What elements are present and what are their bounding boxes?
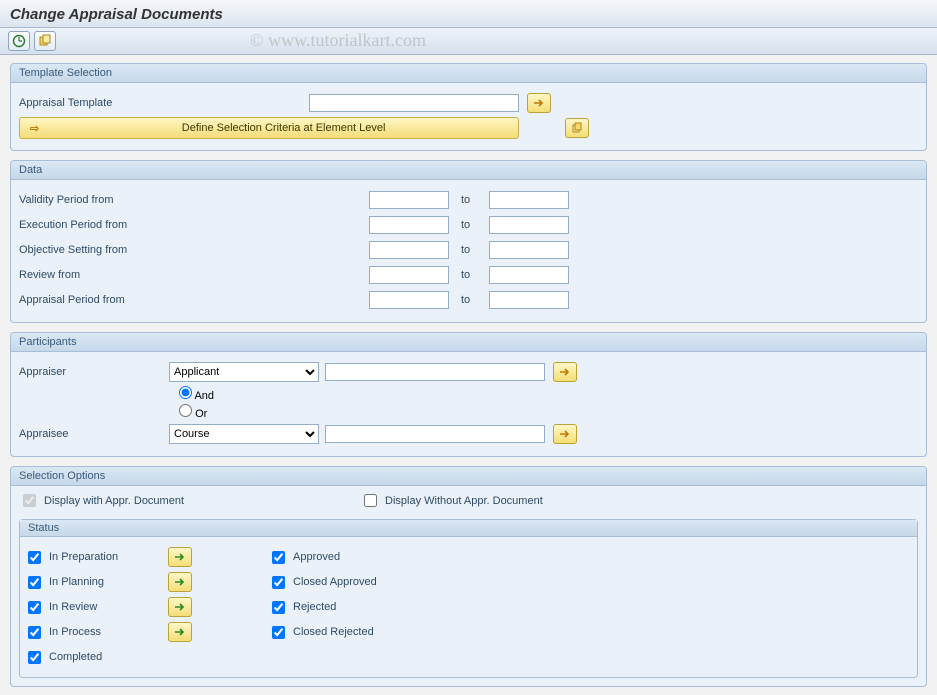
status-row: In Review	[28, 596, 192, 618]
status-row: Completed	[28, 646, 192, 668]
status-checkbox[interactable]: Rejected	[272, 601, 412, 614]
period-from-input[interactable]	[369, 291, 449, 309]
appraisee-label: Appraisee	[19, 428, 169, 440]
group-template-selection: Template Selection Appraisal Template ⇨ …	[10, 63, 927, 151]
subgroup-title-status: Status	[20, 520, 917, 537]
toolbar	[0, 28, 937, 55]
group-selection-options: Selection Options Display with Appr. Doc…	[10, 466, 927, 687]
data-row: Appraisal Period from to	[19, 289, 918, 311]
subgroup-status: Status In Preparation In Planning In Rev…	[19, 519, 918, 678]
data-row-label: Execution Period from	[19, 219, 169, 231]
status-checkbox[interactable]: In Preparation	[28, 551, 138, 564]
status-checkbox[interactable]: In Planning	[28, 576, 138, 589]
period-from-input[interactable]	[369, 191, 449, 209]
multi-select-button-appraiser[interactable]	[553, 362, 577, 382]
period-to-input[interactable]	[489, 216, 569, 234]
status-checkbox[interactable]: Completed	[28, 651, 138, 664]
status-checkbox[interactable]: In Process	[28, 626, 138, 639]
status-multi-select-button[interactable]	[168, 547, 192, 567]
variant-button[interactable]	[34, 31, 56, 51]
status-row: In Planning	[28, 571, 192, 593]
period-to-input[interactable]	[489, 241, 569, 259]
define-criteria-button[interactable]: ⇨ Define Selection Criteria at Element L…	[19, 117, 519, 139]
execute-button[interactable]	[8, 31, 30, 51]
to-label: to	[449, 294, 489, 306]
appraiser-type-select[interactable]: Applicant	[169, 362, 319, 382]
logic-and-radio[interactable]: And	[179, 390, 214, 402]
group-participants: Participants Appraiser Applicant And Or	[10, 332, 927, 457]
group-title-participants: Participants	[11, 333, 926, 352]
appraiser-label: Appraiser	[19, 366, 169, 378]
status-multi-select-button[interactable]	[168, 597, 192, 617]
data-row: Validity Period from to	[19, 189, 918, 211]
data-row: Objective Setting from to	[19, 239, 918, 261]
appraisee-value-input[interactable]	[325, 425, 545, 443]
copy-selection-button[interactable]	[565, 118, 589, 138]
data-row-label: Validity Period from	[19, 194, 169, 206]
status-row: Approved	[272, 546, 412, 568]
status-checkbox[interactable]: Approved	[272, 551, 412, 564]
group-title-template: Template Selection	[11, 64, 926, 83]
status-multi-select-button[interactable]	[168, 572, 192, 592]
appraiser-value-input[interactable]	[325, 363, 545, 381]
data-row-label: Review from	[19, 269, 169, 281]
display-with-checkbox: Display with Appr. Document	[23, 494, 184, 507]
arrow-right-icon: ⇨	[30, 122, 39, 135]
appraisee-type-select[interactable]: Course	[169, 424, 319, 444]
to-label: to	[449, 244, 489, 256]
to-label: to	[449, 194, 489, 206]
period-from-input[interactable]	[369, 266, 449, 284]
status-checkbox[interactable]: Closed Rejected	[272, 626, 412, 639]
to-label: to	[449, 219, 489, 231]
group-data: Data Validity Period fromtoExecution Per…	[10, 160, 927, 323]
data-row-label: Objective Setting from	[19, 244, 169, 256]
status-checkbox[interactable]: In Review	[28, 601, 138, 614]
multi-select-button-appraisee[interactable]	[553, 424, 577, 444]
status-row: In Preparation	[28, 546, 192, 568]
group-title-data: Data	[11, 161, 926, 180]
page-title: Change Appraisal Documents	[0, 0, 937, 28]
status-checkbox[interactable]: Closed Approved	[272, 576, 412, 589]
period-to-input[interactable]	[489, 191, 569, 209]
group-title-selection: Selection Options	[11, 467, 926, 486]
appraisal-template-input[interactable]	[309, 94, 519, 112]
status-row: In Process	[28, 621, 192, 643]
status-multi-select-button[interactable]	[168, 622, 192, 642]
data-row-label: Appraisal Period from	[19, 294, 169, 306]
logic-or-radio[interactable]: Or	[179, 408, 207, 420]
status-row: Rejected	[272, 596, 412, 618]
period-from-input[interactable]	[369, 241, 449, 259]
content-area: Template Selection Appraisal Template ⇨ …	[0, 55, 937, 695]
define-criteria-label: Define Selection Criteria at Element Lev…	[49, 122, 518, 134]
status-row: Closed Rejected	[272, 621, 412, 643]
appraisal-template-label: Appraisal Template	[19, 97, 169, 109]
data-row: Execution Period from to	[19, 214, 918, 236]
period-to-input[interactable]	[489, 291, 569, 309]
to-label: to	[449, 269, 489, 281]
display-without-checkbox[interactable]: Display Without Appr. Document	[364, 494, 543, 507]
status-row: Closed Approved	[272, 571, 412, 593]
data-row: Review from to	[19, 264, 918, 286]
period-to-input[interactable]	[489, 266, 569, 284]
period-from-input[interactable]	[369, 216, 449, 234]
multi-select-button-template[interactable]	[527, 93, 551, 113]
